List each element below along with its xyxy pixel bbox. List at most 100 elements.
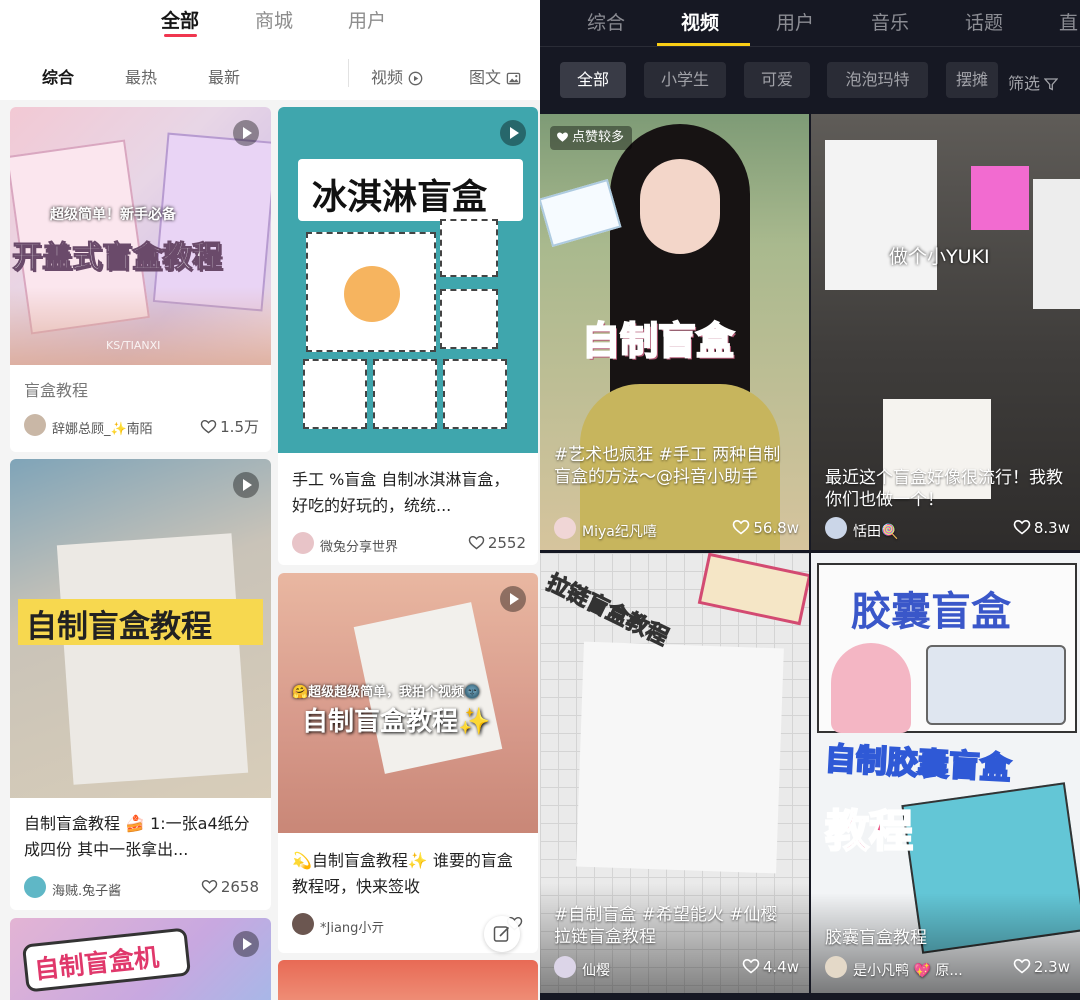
- heart-icon: [742, 958, 760, 974]
- sort-comprehensive[interactable]: 综合: [42, 64, 74, 88]
- card-thumbnail: 超级简单！新手必备 开盖式盲盒教程 KS/TIANXI: [10, 107, 271, 365]
- video-card[interactable]: 做个小YUKI 最近这个盲盒好像很流行！我教你们也做一个！ 恬田🍭 8.3w: [811, 114, 1080, 550]
- card-overlay-title: 自制盲盒教程: [26, 609, 212, 645]
- like-count-value: 2658: [220, 878, 259, 896]
- result-card[interactable]: 自制盲盒机: [10, 918, 271, 1000]
- tab-live[interactable]: 直: [1059, 8, 1078, 35]
- chip-pupil[interactable]: 小学生: [644, 62, 726, 98]
- top-tab-bar: 全部 商城 用户: [0, 0, 540, 46]
- filter-button[interactable]: 筛选: [1008, 70, 1059, 94]
- like-count-value: 2.3w: [1033, 958, 1070, 976]
- chip-cute[interactable]: 可爱: [744, 62, 810, 98]
- card-title: 自制盲盒教程 🍰 1:一张a4纸分成四份 其中一张拿出...: [24, 814, 250, 859]
- tab-users[interactable]: 用户: [348, 6, 386, 33]
- hands-area: [10, 287, 271, 365]
- paper-sheet: [56, 533, 249, 785]
- filter-image-text[interactable]: 图文: [469, 64, 521, 88]
- play-circle-icon: [408, 71, 423, 86]
- result-card[interactable]: [278, 960, 538, 1000]
- top-tab-bar: 综合 视频 用户 音乐 话题 直: [540, 0, 1080, 46]
- ice-cream-illustration: [306, 232, 436, 352]
- tab-topics[interactable]: 话题: [965, 8, 1003, 35]
- like-count-value: 4.4w: [762, 958, 799, 976]
- chip-popmart[interactable]: 泡泡玛特: [827, 62, 928, 98]
- avatar: [24, 414, 46, 436]
- filter-divider: [348, 59, 349, 87]
- tab-users[interactable]: 用户: [776, 8, 814, 35]
- video-card[interactable]: 点赞较多 自制盲盒 #艺术也疯狂 #手工 两种自制盲盒的方法～@抖音小助手 Mi…: [540, 114, 809, 550]
- card-overlay-title-2: 教程: [824, 805, 914, 858]
- right-search-panel: 综合 视频 用户 音乐 话题 直 全部 小学生 可爱 泡泡玛特 摆摊 筛选 点赞…: [540, 0, 1080, 1000]
- video-meta: 是小凡鸭 💖 原... 2.3w: [825, 956, 1070, 980]
- video-card[interactable]: 胶囊盲盒 自制胶囊盲盒 教程 胶囊盲盒教程 是小凡鸭 💖 原... 2.3w: [811, 553, 1080, 993]
- image-icon: [506, 72, 521, 85]
- sort-hottest[interactable]: 最热: [125, 64, 157, 88]
- heart-icon: [468, 535, 485, 550]
- tab-shop[interactable]: 商城: [255, 6, 293, 33]
- result-card[interactable]: 自制盲盒教程 自制盲盒教程 🍰 1:一张a4纸分成四份 其中一张拿出... 海贼…: [10, 459, 271, 910]
- filter-image-text-label: 图文: [469, 68, 502, 87]
- like-count[interactable]: 4.4w: [742, 958, 799, 976]
- video-meta: 恬田🍭 8.3w: [825, 517, 1070, 541]
- heart-icon: [557, 132, 568, 142]
- play-icon: [233, 931, 259, 957]
- like-count-value: 1.5万: [220, 418, 259, 436]
- mini-box: [303, 359, 367, 429]
- card-thumbnail: 自制盲盒教程: [10, 459, 271, 798]
- result-card[interactable]: 超级简单！新手必备 开盖式盲盒教程 KS/TIANXI 盲盒教程 辞娜总顾_✨南…: [10, 107, 271, 452]
- card-watermark: KS/TIANXI: [106, 339, 161, 352]
- like-count[interactable]: 1.5万: [200, 416, 259, 437]
- result-card[interactable]: 🤗超级超级简单，我拍个视频🌚 自制盲盒教程✨ 💫自制盲盒教程✨ 谁要的盲盒教程呀…: [278, 573, 538, 953]
- pink-box: [971, 166, 1029, 230]
- filter-video[interactable]: 视频: [371, 64, 423, 88]
- tab-comprehensive[interactable]: 综合: [587, 8, 625, 35]
- like-count-value: 2552: [487, 534, 526, 552]
- avatar: [292, 913, 314, 935]
- video-caption: 胶囊盲盒教程: [825, 928, 927, 948]
- like-count[interactable]: 56.8w: [732, 519, 799, 537]
- card-overlay-title: 自制盲盒: [581, 318, 735, 364]
- like-count[interactable]: 2.3w: [1013, 958, 1070, 976]
- chip-stall[interactable]: 摆摊: [946, 62, 998, 98]
- badge-label: 点赞较多: [572, 130, 625, 145]
- card-meta: 微兔分享世界 2552: [292, 532, 526, 556]
- result-card[interactable]: 冰淇淋盲盒 手工 %盲盒 自制冰淇淋盲盒，好吃的好玩的，统统... 微兔分享世界…: [278, 107, 538, 565]
- play-icon: [233, 120, 259, 146]
- like-count[interactable]: 8.3w: [1013, 519, 1070, 537]
- sort-newest[interactable]: 最新: [208, 64, 240, 88]
- heart-icon: [200, 419, 217, 434]
- paper-sheet: [576, 641, 784, 874]
- mini-box: [440, 219, 498, 277]
- tab-all[interactable]: 全部: [161, 6, 199, 33]
- mini-box: [440, 289, 498, 349]
- filter-label: 筛选: [1008, 74, 1041, 93]
- edit-icon: [493, 926, 510, 942]
- author-name: 微兔分享世界: [320, 540, 399, 555]
- tab-video[interactable]: 视频: [681, 8, 719, 35]
- like-count[interactable]: 2552: [468, 534, 526, 552]
- like-count[interactable]: 2658: [201, 878, 259, 896]
- chip-all[interactable]: 全部: [560, 62, 626, 98]
- capsule-blister: [926, 645, 1066, 725]
- play-icon: [500, 586, 526, 612]
- video-meta: Miya纪凡嘻 56.8w: [554, 517, 799, 541]
- card-title: 盲盒教程: [24, 381, 89, 400]
- video-caption: 最近这个盲盒好像很流行！我教你们也做一个！: [825, 468, 1063, 510]
- avatar: [554, 956, 576, 978]
- avatar: [825, 956, 847, 978]
- avatar: [24, 876, 46, 898]
- card-overlay-title: 自制盲盒教程✨: [302, 707, 491, 737]
- ice-cream-scoop: [344, 266, 400, 322]
- edit-note-button[interactable]: [484, 916, 520, 952]
- video-caption: #自制盲盒 #希望能火 #仙樱 拉链盲盒教程: [554, 905, 778, 947]
- paper-box: [1033, 179, 1080, 309]
- avatar: [292, 532, 314, 554]
- badge-most-liked: 点赞较多: [550, 126, 633, 150]
- card-overlay-title: 做个小YUKI: [889, 246, 990, 268]
- video-card[interactable]: 拉链盲盒教程 #自制盲盒 #希望能火 #仙樱 拉链盲盒教程 仙樱 4.4w: [540, 553, 809, 993]
- tab-music[interactable]: 音乐: [871, 8, 909, 35]
- author-name: Miya纪凡嘻: [582, 524, 657, 540]
- heart-icon: [1013, 958, 1031, 974]
- card-thumbnail: 冰淇淋盲盒: [278, 107, 538, 453]
- zipper-pouch: [697, 553, 809, 626]
